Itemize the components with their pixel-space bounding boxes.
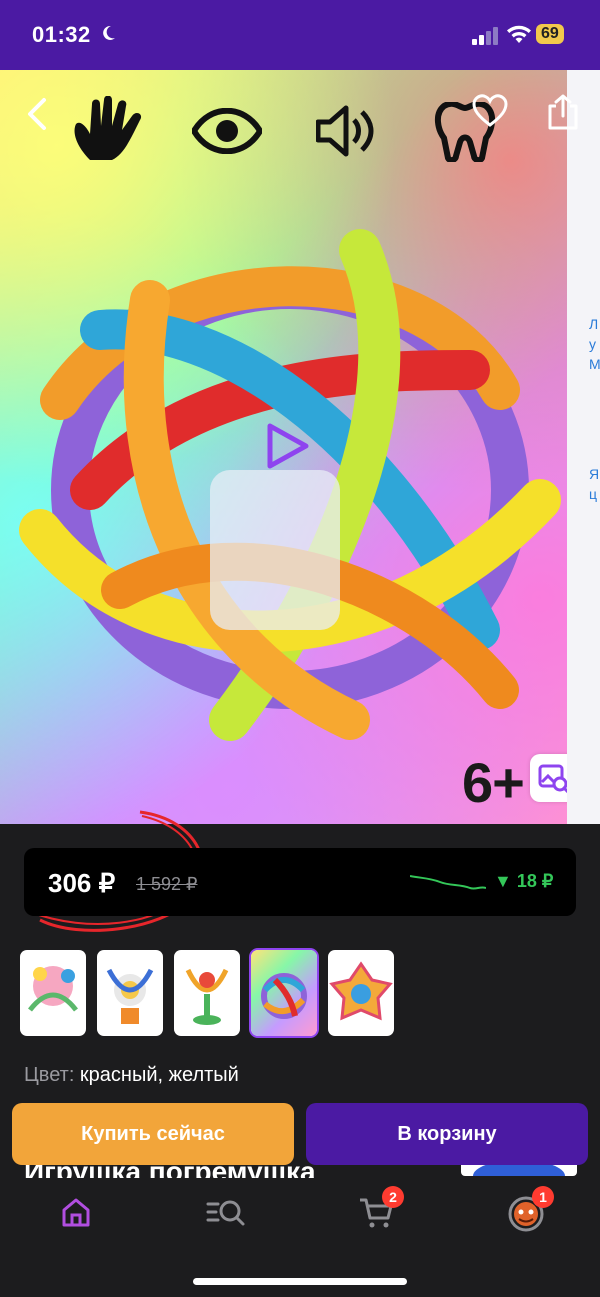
do-not-disturb-moon-icon (103, 25, 115, 40)
thumbnail-toy-image (28, 966, 78, 1012)
current-price: 306 ₽ (48, 868, 116, 898)
catalog-search-icon (206, 1200, 245, 1226)
add-to-cart-button[interactable]: В корзину (306, 1103, 588, 1165)
touch-hand-icon (74, 96, 141, 160)
battery-level: 69 (536, 24, 564, 44)
old-price: 1 592 ₽ (136, 874, 198, 894)
thumbnail-toy-image (329, 961, 393, 1021)
color-option[interactable]: Цвет: красный, желтый (24, 1064, 239, 1087)
peek-text: у (589, 336, 596, 352)
status-bar: 01:32 69 (0, 0, 600, 70)
thumbnail-toy-image (251, 950, 317, 1036)
thumbnail-toy-image (185, 968, 229, 1025)
cellular-signal-icon (472, 27, 498, 45)
peek-text: ц (589, 486, 598, 502)
color-label: Цвет: (24, 1064, 75, 1086)
wifi-icon (507, 25, 531, 43)
tab-catalog[interactable] (206, 1192, 246, 1232)
price-history-sparkline (410, 875, 486, 890)
image-search-icon (538, 764, 567, 794)
profile-badge: 1 (532, 1186, 554, 1208)
sight-eye-icon (192, 108, 262, 154)
peek-text: Я (589, 466, 600, 482)
thumbnail-selected[interactable] (251, 950, 317, 1036)
thumbnail[interactable] (20, 950, 86, 1036)
product-image[interactable]: 6+ (0, 70, 567, 824)
rattle-ball-mini-illustration (261, 973, 307, 1019)
share-icon[interactable] (546, 94, 580, 130)
thumbnail[interactable] (97, 950, 163, 1036)
favorite-heart-icon[interactable] (472, 94, 508, 130)
thumbnail[interactable] (328, 950, 394, 1036)
home-indicator (193, 1278, 407, 1285)
tab-profile[interactable]: 1 (506, 1186, 554, 1232)
tab-home[interactable] (56, 1192, 96, 1232)
sound-speaker-icon (316, 105, 374, 157)
thumbnail[interactable] (174, 950, 240, 1036)
peek-text: Л (589, 316, 599, 332)
thumbnail-toy-image (106, 968, 154, 1024)
cart-badge: 2 (382, 1186, 404, 1208)
color-value: красный, желтый (74, 1064, 239, 1086)
price-card[interactable]: 306 ₽ 1 592 ₽ ▼ 18 ₽ (24, 848, 576, 916)
play-video-icon[interactable] (262, 422, 310, 470)
age-badge: 6+ (462, 751, 525, 814)
image-search-button[interactable] (530, 754, 567, 802)
tab-cart[interactable]: 2 (356, 1186, 404, 1232)
back-chevron-icon[interactable] (22, 96, 52, 132)
status-time: 01:32 (32, 22, 91, 47)
home-icon (62, 1198, 90, 1227)
price-drop: ▼ 18 ₽ (494, 871, 554, 891)
peek-text: М (589, 356, 600, 372)
buy-now-button[interactable]: Купить сейчас (12, 1103, 294, 1165)
next-image-peek[interactable]: Л у М Я ц (567, 70, 600, 824)
